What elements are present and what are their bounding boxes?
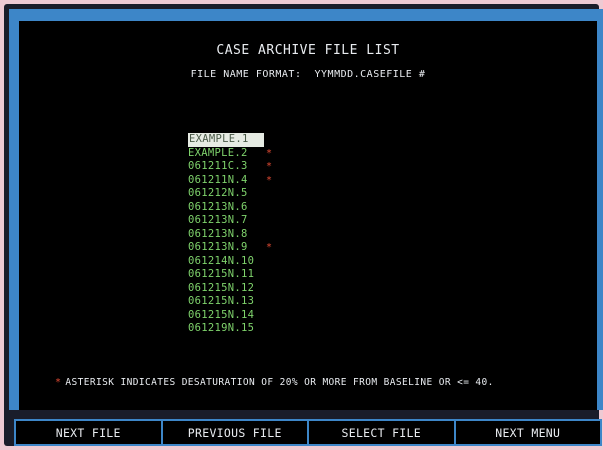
asterisk-flag-icon: * [266, 161, 273, 172]
file-name: 061212N.5 [188, 187, 248, 199]
file-name-format: FILE NAME FORMAT: YYMMDD.CASEFILE # [19, 69, 597, 80]
file-list-item[interactable]: 061214N.10 [188, 255, 272, 269]
file-name: 061213N.8 [188, 227, 248, 240]
file-list: EXAMPLE.1 EXAMPLE.2 * 061211C.3 * 061211N.4 * 0… [188, 133, 272, 336]
format-value: YYMMDD.CASEFILE # [314, 69, 426, 80]
file-list-item[interactable]: 061215N.11 [188, 268, 272, 282]
file-name: 061215N.11 [188, 268, 255, 280]
file-list-item[interactable]: 061211N.4 * [188, 174, 272, 188]
file-name: 061211N.4 [188, 173, 248, 186]
file-list-item[interactable]: 061215N.13 [188, 295, 272, 309]
file-list-item[interactable]: 061215N.12 [188, 282, 272, 296]
asterisk-flag-icon: * [266, 174, 273, 186]
file-name: 061211C.3 [188, 160, 248, 172]
file-name: 061213N.7 [188, 214, 248, 226]
file-name: EXAMPLE.1 [188, 133, 264, 147]
asterisk-flag-icon: * [266, 242, 273, 253]
file-name: 061215N.14 [188, 308, 255, 321]
asterisk-note: * ASTERISK INDICATES DESATURATION OF 20% … [55, 377, 494, 388]
previous-file-button[interactable]: PREVIOUS FILE [163, 421, 309, 444]
next-menu-button[interactable]: NEXT MENU [456, 421, 601, 444]
file-list-item[interactable]: 061211C.3 * [188, 160, 272, 174]
select-file-button[interactable]: SELECT FILE [309, 421, 456, 444]
file-name: EXAMPLE.2 [188, 146, 248, 159]
file-list-item[interactable]: 061213N.8 [188, 228, 272, 242]
file-name: 061213N.9 [188, 241, 248, 253]
file-list-item[interactable]: EXAMPLE.1 [188, 133, 272, 147]
file-name: 061215N.12 [188, 281, 255, 294]
asterisk-icon: * [55, 377, 62, 388]
file-list-item[interactable]: 061215N.14 [188, 309, 272, 323]
file-list-item[interactable]: 061213N.6 [188, 201, 272, 215]
file-list-item[interactable]: 061212N.5 [188, 187, 272, 201]
file-name: 061215N.13 [188, 295, 255, 307]
file-name: 061214N.10 [188, 254, 255, 267]
screen-frame: CASE ARCHIVE FILE LIST FILE NAME FORMAT:… [9, 9, 603, 410]
next-file-button[interactable]: NEXT FILE [16, 421, 163, 444]
page-title: CASE ARCHIVE FILE LIST [216, 43, 400, 58]
asterisk-flag-icon: * [266, 147, 273, 159]
file-list-item[interactable]: 061213N.9 * [188, 241, 272, 255]
softkey-bar: NEXT FILE PREVIOUS FILE SELECT FILE NEXT… [14, 419, 602, 446]
file-name: 061219N.15 [188, 322, 255, 334]
screen: CASE ARCHIVE FILE LIST FILE NAME FORMAT:… [19, 21, 597, 410]
format-label: FILE NAME FORMAT: [190, 69, 302, 80]
file-list-item[interactable]: EXAMPLE.2 * [188, 147, 272, 161]
file-list-item[interactable]: 061219N.15 [188, 322, 272, 336]
file-list-item[interactable]: 061213N.7 [188, 214, 272, 228]
note-text: ASTERISK INDICATES DESATURATION OF 20% O… [65, 377, 494, 388]
file-name: 061213N.6 [188, 200, 248, 213]
